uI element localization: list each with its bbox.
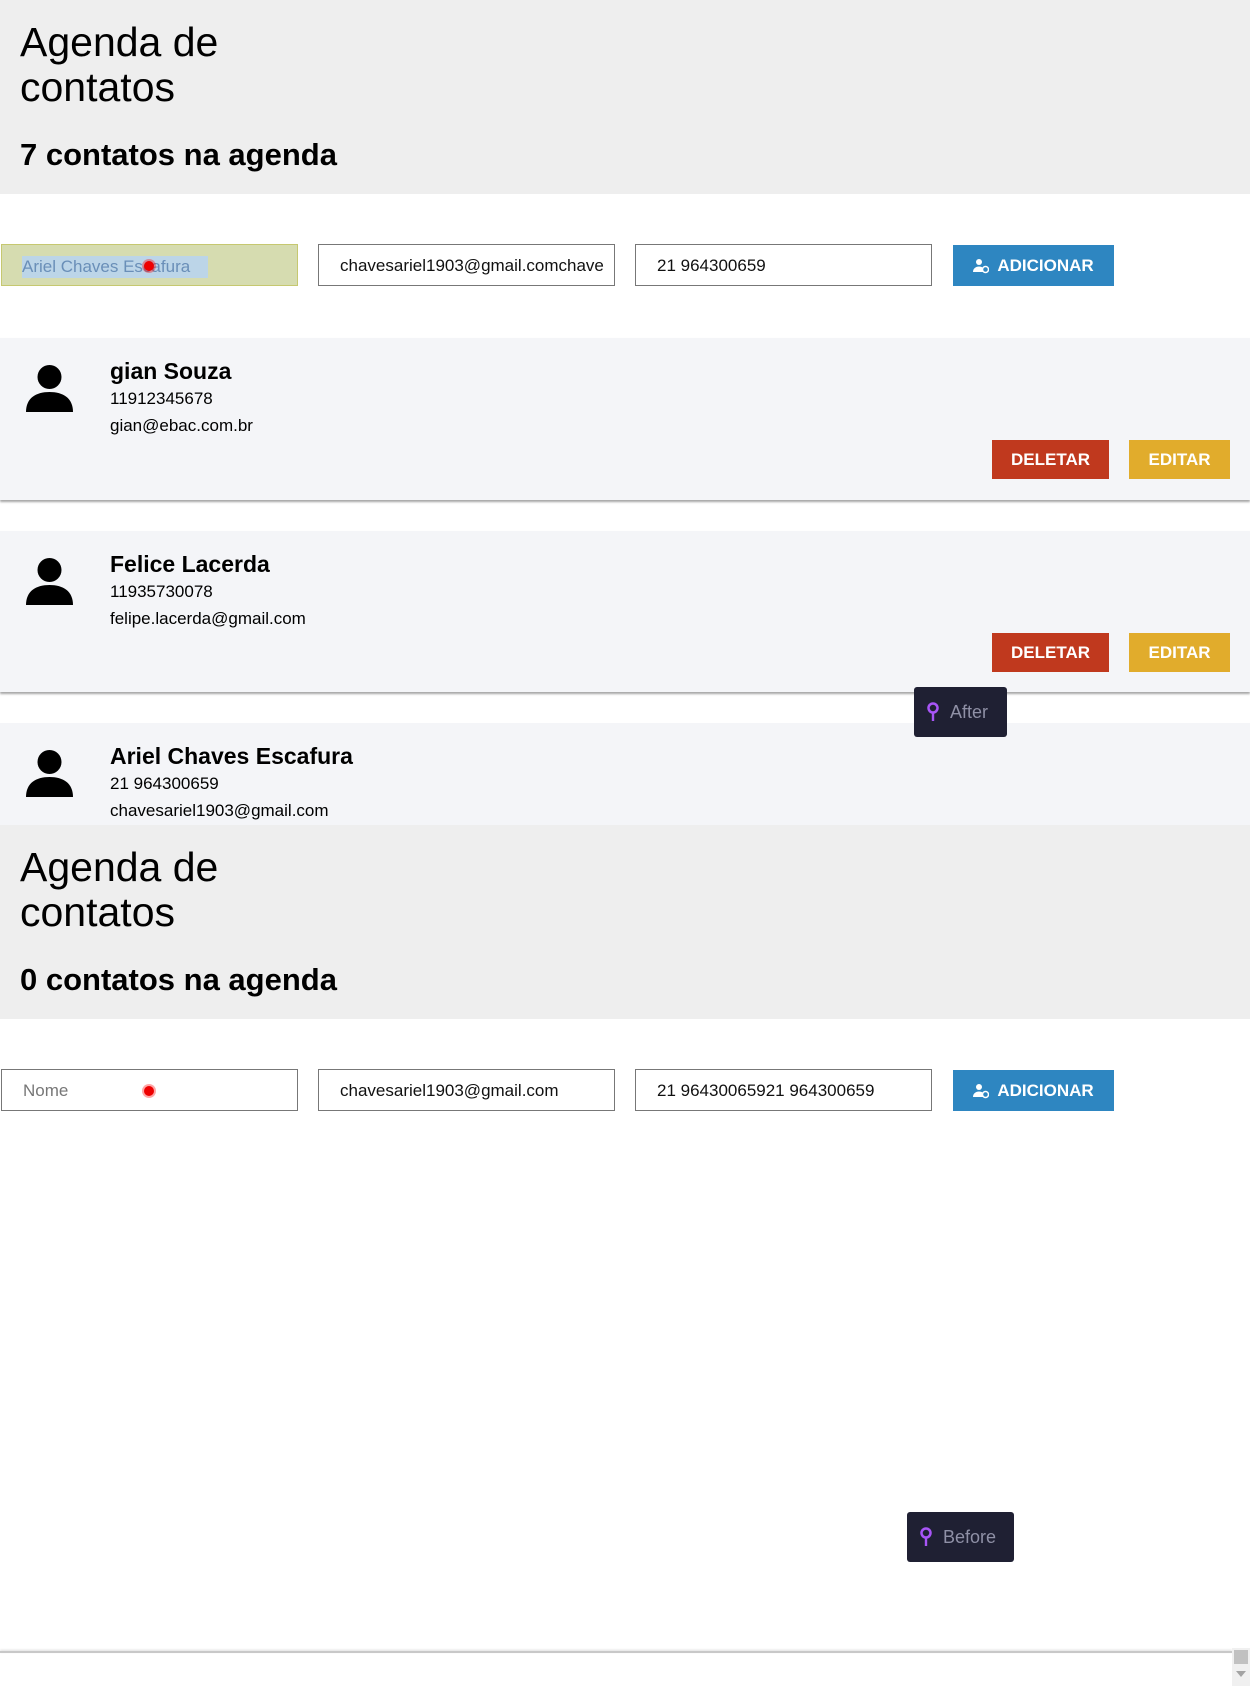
- scrollbar[interactable]: [1232, 1648, 1250, 1686]
- contact-name: Felice Lacerda: [110, 551, 270, 577]
- after-name-selection: Ariel Chaves Escafura: [22, 255, 209, 278]
- contact-phone: 21 964300659: [110, 774, 219, 793]
- after-tag-label: After: [950, 701, 989, 722]
- person-avatar-icon: [26, 365, 73, 412]
- before-tag-label: Before: [943, 1526, 997, 1547]
- after-page-title: Agenda de contatos: [20, 20, 260, 110]
- contact-email: gian@ebac.com.br: [110, 416, 253, 435]
- after-email-field[interactable]: chavesariel1903@gmail.comchave: [318, 244, 615, 286]
- after-phone-field[interactable]: 21 964300659: [635, 244, 932, 286]
- contact-email: felipe.lacerda@gmail.com: [110, 609, 306, 628]
- before-add-button[interactable]: ADICIONAR: [953, 1070, 1114, 1111]
- before-email-field[interactable]: chavesariel1903@gmail.com: [318, 1069, 615, 1111]
- after-title-line1: Agenda de: [20, 19, 219, 65]
- before-add-label: ADICIONAR: [997, 1080, 1094, 1100]
- edit-button[interactable]: EDITAR: [1129, 440, 1230, 479]
- map-pin-icon: [920, 1527, 932, 1546]
- scroll-arrow-down-icon[interactable]: [1236, 1671, 1246, 1677]
- before-phone-field[interactable]: 21 96430065921 964300659: [635, 1069, 932, 1111]
- contact-phone: 11935730078: [110, 582, 213, 601]
- before-contact-count: 0 contatos na agenda: [20, 962, 337, 997]
- scrollbar-thumb[interactable]: [1234, 1650, 1248, 1664]
- bottom-divider: [0, 1651, 1232, 1653]
- contact-name: Ariel Chaves Escafura: [110, 743, 353, 769]
- map-pin-icon: [927, 702, 939, 721]
- after-add-button[interactable]: ADICIONAR: [953, 245, 1114, 286]
- delete-button[interactable]: DELETAR: [992, 440, 1109, 479]
- contact-name: gian Souza: [110, 358, 232, 384]
- after-add-label: ADICIONAR: [997, 255, 1094, 275]
- person-avatar-icon: [26, 750, 73, 797]
- before-tag: Before: [907, 1512, 1014, 1562]
- contact-email: chavesariel1903@gmail.com: [110, 801, 329, 820]
- after-contact-count: 7 contatos na agenda: [20, 137, 337, 172]
- edit-button[interactable]: EDITAR: [1129, 633, 1230, 672]
- person-avatar-icon: [26, 558, 73, 605]
- before-title-line1: Agenda de: [20, 844, 219, 890]
- delete-button[interactable]: DELETAR: [992, 633, 1109, 672]
- before-title-line2: contatos: [20, 889, 175, 935]
- user-plus-icon: [973, 1083, 990, 1098]
- before-cursor-dot: [144, 1086, 154, 1096]
- after-tag: After: [914, 687, 1007, 737]
- before-page-title: Agenda de contatos: [20, 845, 260, 935]
- user-plus-icon: [973, 258, 990, 273]
- after-title-line2: contatos: [20, 64, 175, 110]
- after-cursor-dot: [144, 261, 154, 271]
- contact-phone: 11912345678: [110, 389, 213, 408]
